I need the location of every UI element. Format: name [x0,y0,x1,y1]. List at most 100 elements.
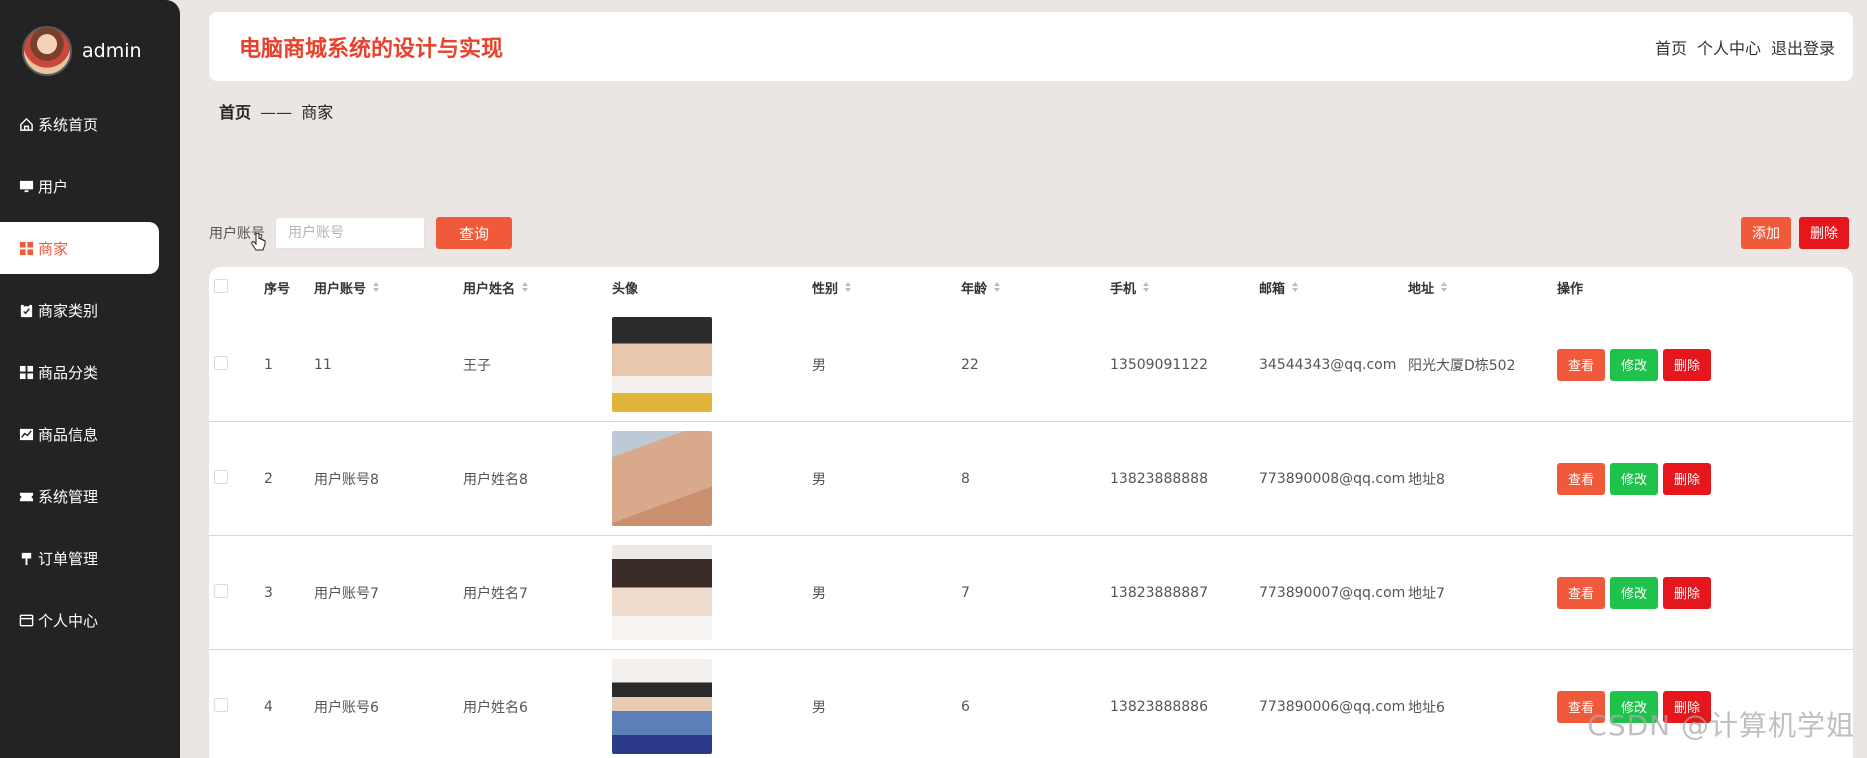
cell-email: 773890006@qq.com [1259,698,1406,715]
cell-index: 3 [264,584,273,601]
breadcrumb: 首页 —— 商家 [219,99,333,123]
cell-gender: 男 [812,357,826,374]
edit-button[interactable]: 修改 [1610,576,1658,609]
cell-account: 用户账号7 [314,585,379,602]
header-name-label: 用户姓名 [463,281,516,297]
cell-address: 地址8 [1408,471,1445,488]
row-checkbox[interactable] [214,469,228,488]
cell-address: 地址6 [1408,699,1445,716]
header-age-label: 年龄 [961,281,988,297]
cell-index: 2 [264,470,273,487]
header-email[interactable]: 邮箱 [1259,278,1299,298]
cell-phone: 13509091122 [1110,356,1208,373]
edit-button[interactable]: 修改 [1610,348,1658,381]
row-checkbox[interactable] [214,583,228,602]
cell-actions: 查看 修改 删除 [1557,348,1711,381]
cell-account: 11 [314,356,332,373]
header-index: 序号 [264,282,291,297]
cell-address: 阳光大厦D栋502 [1408,357,1516,374]
row-checkbox[interactable] [214,697,228,716]
header-account-label: 用户账号 [314,281,367,297]
delete-button[interactable]: 删除 [1663,576,1711,609]
sidebar-item-label: 商家类别 [38,301,99,320]
cell-phone: 13823888887 [1110,584,1208,601]
sidebar-item-9[interactable]: 个人中心 [0,594,180,646]
cell-avatar [612,659,712,754]
view-button[interactable]: 查看 [1557,462,1605,495]
sort-icon[interactable] [1440,281,1448,297]
user-photo[interactable] [612,317,712,412]
sidebar-item-4[interactable]: 商家类别 [0,284,180,336]
header-gender[interactable]: 性别 [812,278,852,298]
sidebar-item-7[interactable]: 系统管理 [0,470,180,522]
view-button[interactable]: 查看 [1557,348,1605,381]
merchant-table: 序号 用户账号 用户姓名 头像 性别 年龄 手机 邮箱 地址 操作 1 11 王子男… [209,267,1853,758]
link-profile[interactable]: 个人中心 [1697,35,1761,59]
add-button[interactable]: 添加 [1741,217,1791,249]
profile: admin [0,0,180,78]
edit-button[interactable]: 修改 [1610,462,1658,495]
profile-name: admin [82,40,142,62]
cell-avatar [612,317,712,412]
table-row: 2 用户账号8 用户姓名8 男 8 13823888888 773890008@qq.com… [209,422,1853,536]
breadcrumb-home[interactable]: 首页 [219,103,251,122]
user-photo[interactable] [612,545,712,640]
search-input[interactable] [275,217,425,249]
user-photo[interactable] [612,659,712,754]
user-photo[interactable] [612,431,712,526]
header-address[interactable]: 地址 [1408,278,1448,298]
header-email-label: 邮箱 [1259,281,1286,297]
link-logout[interactable]: 退出登录 [1771,35,1835,59]
sort-icon[interactable] [521,281,529,297]
sidebar-item-8[interactable]: 订单管理 [0,532,180,584]
avatar[interactable] [22,26,72,76]
header-phone[interactable]: 手机 [1110,278,1150,298]
sidebar-item-label: 系统管理 [38,487,99,506]
breadcrumb-current: 商家 [301,103,334,122]
cell-gender: 男 [812,585,826,602]
delete-button[interactable]: 删除 [1663,462,1711,495]
sort-icon[interactable] [1142,281,1150,297]
cell-name: 王子 [463,357,491,374]
view-button[interactable]: 查看 [1557,576,1605,609]
cell-index: 4 [264,698,273,715]
sidebar-item-2[interactable]: 用户 [0,160,180,212]
sort-icon[interactable] [372,281,380,297]
sort-icon[interactable] [844,281,852,297]
cell-avatar [612,431,712,526]
cell-actions: 查看 修改 删除 [1557,462,1711,495]
header-address-label: 地址 [1408,281,1435,297]
cell-account: 用户账号6 [314,699,379,716]
ticket-icon [18,488,34,504]
header-name[interactable]: 用户姓名 [463,278,529,298]
cell-index: 1 [264,356,273,373]
header-avatar: 头像 [612,282,639,297]
row-checkbox[interactable] [214,355,228,374]
sidebar-item-3[interactable]: 商家 [0,222,159,274]
grid-icon [18,364,34,380]
sidebar-item-5[interactable]: 商品分类 [0,346,180,398]
home-icon [18,116,34,132]
header-account[interactable]: 用户账号 [314,278,380,298]
link-home[interactable]: 首页 [1655,35,1687,59]
cell-name: 用户姓名8 [463,471,528,488]
table-body: 1 11 王子男 22 13509091122 34544343@qq.com 阳光大厦D栋… [209,308,1853,758]
cell-age: 8 [961,470,970,487]
sidebar-item-label: 商品分类 [38,363,99,382]
sidebar-item-6[interactable]: 商品信息 [0,408,180,460]
search-bar: 用户账号 查询 [209,217,512,251]
sidebar-item-1[interactable]: 系统首页 [0,98,180,150]
site-title: 电脑商城系统的设计与实现 [239,36,504,62]
select-all-checkbox[interactable] [214,278,228,297]
card-icon [18,612,34,628]
sort-icon[interactable] [993,281,1001,297]
batch-delete-button[interactable]: 删除 [1799,217,1849,249]
header-age[interactable]: 年龄 [961,278,1001,298]
delete-button[interactable]: 删除 [1663,348,1711,381]
sort-icon[interactable] [1291,281,1299,297]
sidebar-item-label: 个人中心 [38,611,99,630]
query-button[interactable]: 查询 [436,217,512,249]
cell-address: 地址7 [1408,585,1445,602]
header-gender-label: 性别 [812,281,839,297]
cell-email: 34544343@qq.com [1259,356,1397,373]
